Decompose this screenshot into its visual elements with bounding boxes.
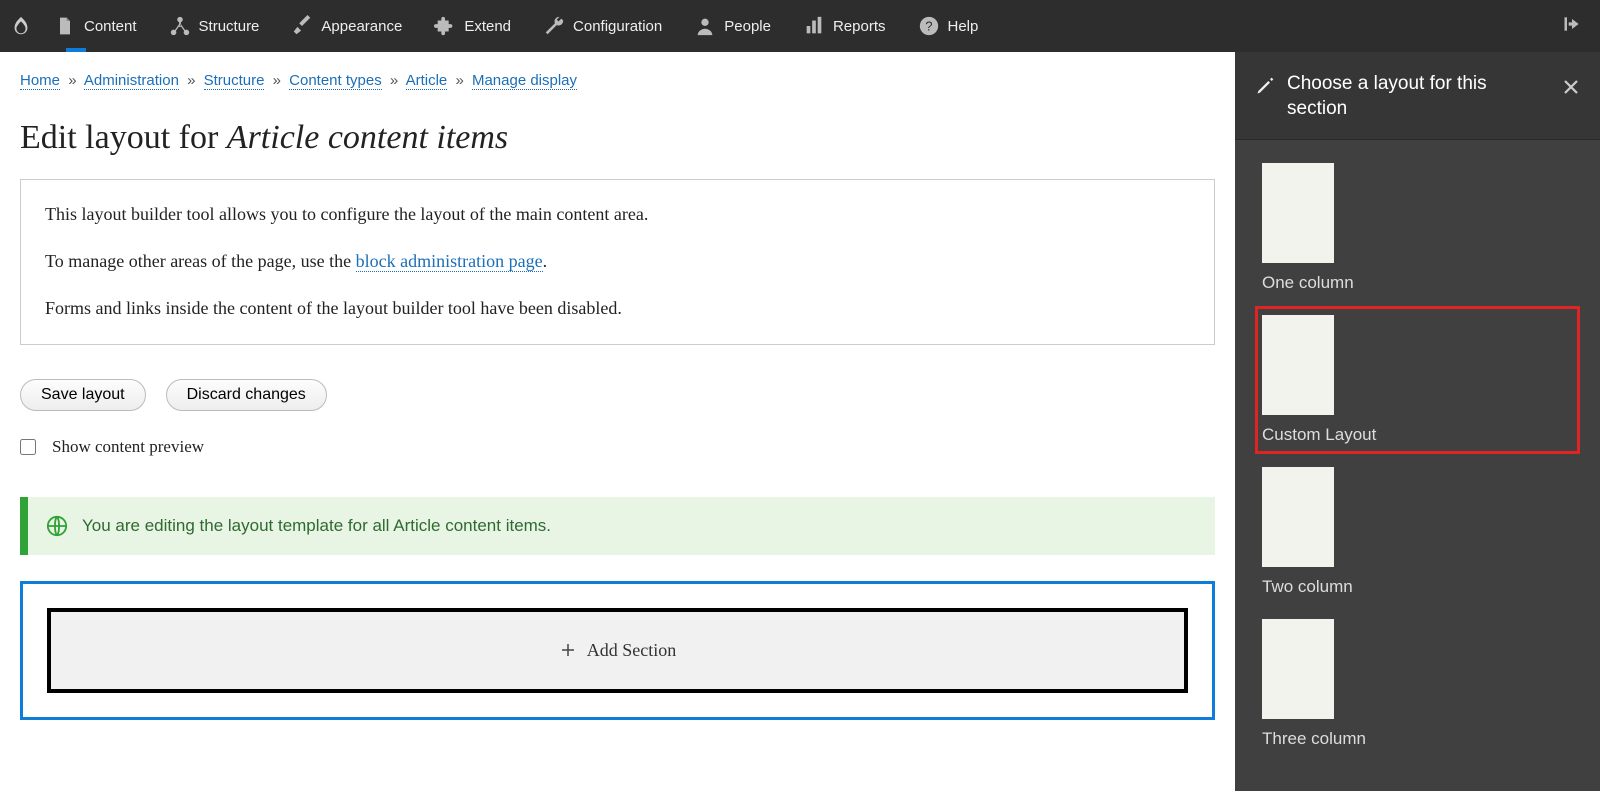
add-section-label: Add Section <box>587 640 677 661</box>
breadcrumb-link-home[interactable]: Home <box>20 72 60 90</box>
status-message: You are editing the layout template for … <box>20 497 1215 555</box>
layout-thumb-custom <box>1262 315 1334 415</box>
toolbar-help[interactable]: ? Help <box>902 0 995 52</box>
wrench-icon <box>543 15 565 37</box>
layout-section-wrap: Add Section <box>20 581 1215 720</box>
admin-toolbar: Content Structure Appearance Extend Conf… <box>0 0 1600 52</box>
content-preview-toggle: Show content preview <box>20 437 1215 457</box>
layout-thumb-one <box>1262 163 1334 263</box>
breadcrumb-link-manage-display[interactable]: Manage display <box>472 72 577 90</box>
toolbar-label: Configuration <box>573 18 662 35</box>
plus-icon <box>559 641 577 659</box>
close-icon[interactable] <box>1562 78 1580 96</box>
content-preview-label: Show content preview <box>52 437 204 457</box>
page-title-prefix: Edit layout for <box>20 119 227 156</box>
toolbar-people[interactable]: People <box>678 0 787 52</box>
layout-option-label: Two column <box>1262 577 1573 597</box>
layout-thumb-two <box>1262 467 1334 567</box>
file-icon <box>54 15 76 37</box>
breadcrumb-link-content-types[interactable]: Content types <box>289 72 382 90</box>
intro-p2-before: To manage other areas of the page, use t… <box>45 251 356 271</box>
panel-title: Choose a layout for this section <box>1287 72 1550 121</box>
toolbar-label: Structure <box>199 18 260 35</box>
toolbar-label: Content <box>84 18 137 35</box>
toolbar-configuration[interactable]: Configuration <box>527 0 678 52</box>
content-preview-checkbox[interactable] <box>20 439 36 455</box>
status-text: You are editing the layout template for … <box>82 516 551 536</box>
breadcrumb-link-administration[interactable]: Administration <box>84 72 179 90</box>
toolbar-label: Reports <box>833 18 886 35</box>
breadcrumb-sep: » <box>68 72 76 89</box>
breadcrumb-sep: » <box>187 72 195 89</box>
breadcrumb-link-article[interactable]: Article <box>406 72 448 90</box>
intro-p3: Forms and links inside the content of th… <box>45 296 1190 321</box>
panel-header: Choose a layout for this section <box>1235 52 1600 140</box>
page-title: Edit layout for Article content items <box>20 119 1215 157</box>
breadcrumb-link-structure[interactable]: Structure <box>204 72 265 90</box>
toolbar-appearance[interactable]: Appearance <box>275 0 418 52</box>
toolbar-label: Extend <box>464 18 511 35</box>
active-tab-underline <box>66 48 86 52</box>
pencil-icon <box>1255 76 1275 96</box>
layout-option-one-column[interactable]: One column <box>1255 154 1580 302</box>
toolbar-label: People <box>724 18 771 35</box>
puzzle-icon <box>434 15 456 37</box>
layout-option-label: Three column <box>1262 729 1573 749</box>
breadcrumb-sep: » <box>455 72 463 89</box>
toolbar-label: Appearance <box>321 18 402 35</box>
layout-option-two-column[interactable]: Two column <box>1255 458 1580 606</box>
layout-option-custom[interactable]: Custom Layout <box>1255 306 1580 454</box>
drupal-home-icon[interactable] <box>10 15 32 37</box>
block-admin-link[interactable]: block administration page <box>356 251 543 272</box>
action-buttons: Save layout Discard changes <box>20 379 1215 411</box>
layout-chooser-panel: Choose a layout for this section One col… <box>1235 52 1600 791</box>
layout-option-three-column[interactable]: Three column <box>1255 610 1580 758</box>
toolbar-extend[interactable]: Extend <box>418 0 527 52</box>
bars-icon <box>803 15 825 37</box>
panel-body: One column Custom Layout Two column Thre… <box>1235 140 1600 772</box>
page-title-italic: Article content items <box>227 119 508 156</box>
brush-icon <box>291 15 313 37</box>
breadcrumb: Home » Administration » Structure » Cont… <box>20 72 1215 89</box>
intro-box: This layout builder tool allows you to c… <box>20 179 1215 345</box>
structure-icon <box>169 15 191 37</box>
save-layout-button[interactable]: Save layout <box>20 379 146 411</box>
breadcrumb-sep: » <box>273 72 281 89</box>
add-section-button[interactable]: Add Section <box>47 608 1188 693</box>
layout-option-label: One column <box>1262 273 1573 293</box>
collapse-sidebar-icon[interactable] <box>1554 14 1590 38</box>
main-layout: Home » Administration » Structure » Cont… <box>0 52 1600 791</box>
layout-thumb-three <box>1262 619 1334 719</box>
breadcrumb-sep: » <box>390 72 398 89</box>
layout-option-label: Custom Layout <box>1262 425 1573 445</box>
toolbar-content[interactable]: Content <box>38 0 153 52</box>
intro-p2: To manage other areas of the page, use t… <box>45 249 1190 274</box>
question-icon: ? <box>918 15 940 37</box>
person-icon <box>694 15 716 37</box>
toolbar-structure[interactable]: Structure <box>153 0 276 52</box>
toolbar-reports[interactable]: Reports <box>787 0 902 52</box>
intro-p1: This layout builder tool allows you to c… <box>45 202 1190 227</box>
content-area: Home » Administration » Structure » Cont… <box>0 52 1235 791</box>
toolbar-label: Help <box>948 18 979 35</box>
intro-p2-after: . <box>543 251 548 271</box>
svg-text:?: ? <box>925 19 932 34</box>
discard-changes-button[interactable]: Discard changes <box>166 379 327 411</box>
globe-icon <box>46 515 68 537</box>
